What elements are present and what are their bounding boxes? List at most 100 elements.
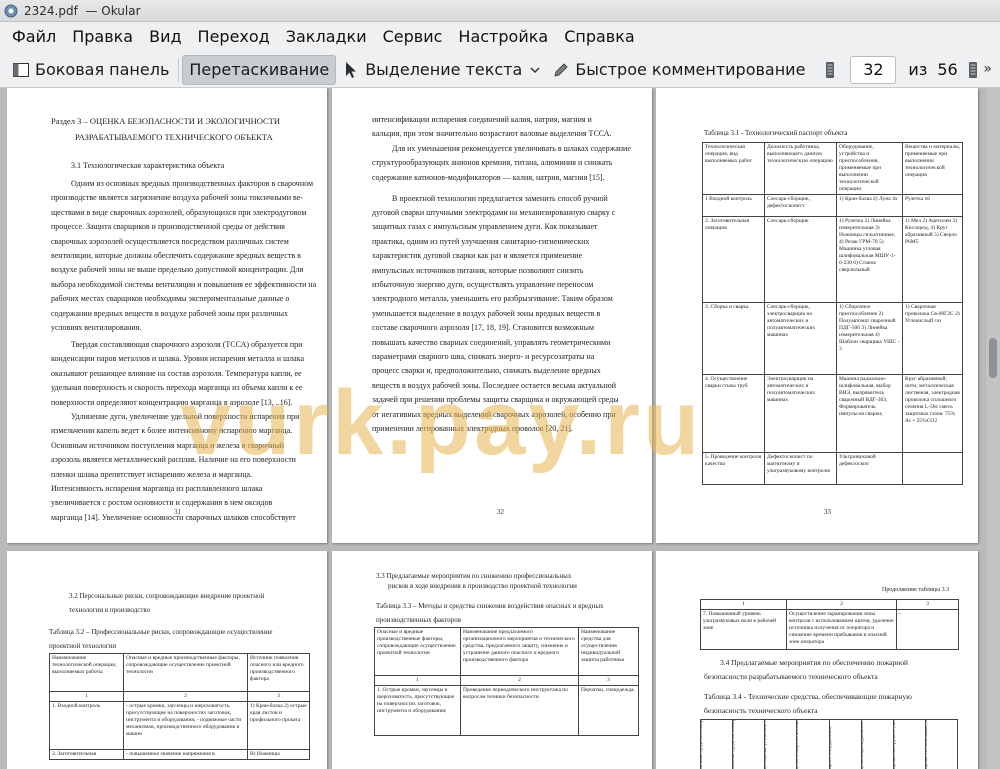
- menu-file[interactable]: Файл: [4, 24, 64, 50]
- menu-help[interactable]: Справка: [556, 24, 643, 50]
- text-select-tool-button[interactable]: Выделение текста: [336, 55, 546, 85]
- continuation-table: 1 2 3 7. Повышенный уровень ультразвуковых …: [700, 599, 959, 650]
- menu-edit[interactable]: Правка: [64, 24, 141, 50]
- page-text-line: аэрозоль является металлический расплав.…: [51, 455, 296, 465]
- table-row: Технологическая операция, вид выполняемы…: [702, 142, 963, 195]
- table-caption: Таблица 3.1 - Технологический паспорт об…: [704, 129, 848, 137]
- page-text-line: Одним из основных вредных производственн…: [71, 179, 314, 188]
- subsection-heading: 3.1 Технологическая характеристика объек…: [71, 161, 225, 170]
- menu-bookmarks[interactable]: Закладки: [278, 24, 375, 50]
- menu-tools[interactable]: Сервис: [375, 24, 451, 50]
- current-page-input[interactable]: 32: [850, 55, 897, 84]
- menu-go[interactable]: Переход: [190, 24, 278, 50]
- table-row: 123: [49, 691, 310, 702]
- professional-risks-table: Наименование технологической операции, в…: [49, 653, 310, 760]
- table-cell: 2: [123, 691, 248, 702]
- table-cell: 5. Проведение контроля качества: [702, 452, 765, 485]
- page-text-line: проектной технологии: [49, 642, 117, 650]
- table-cell: -: [896, 609, 959, 650]
- table-cell: Технологическая операция, вид выполняемы…: [702, 142, 765, 195]
- table-cell: Источник появления опасного или вредного…: [247, 653, 310, 692]
- page-text-line: Для их уменьшения рекомендуется увеличив…: [392, 143, 631, 153]
- table-cell: 1) Рулетка 2) Линейка измерительная 3) Н…: [836, 216, 903, 303]
- browse-tool-button[interactable]: Перетаскивание: [182, 54, 337, 85]
- toolbar-overflow-icon[interactable]: »: [983, 61, 992, 77]
- page-text-line: безопасность технического объекта: [704, 706, 818, 715]
- table-cell: Оборудование, устройства и приспособлени…: [836, 142, 903, 195]
- page-text-line: практика, одним из путей улучшения санит…: [372, 236, 590, 246]
- page-text-line: процесс сварки и, предположительно, сниж…: [372, 366, 601, 376]
- table-row: Опасные и вредные производственные факто…: [374, 627, 639, 676]
- table-row: 2. Заготовительная операция Слесарь-сборщ…: [702, 216, 963, 303]
- page-text-line: Твердая составляющая сварочного аэрозоля…: [71, 340, 303, 349]
- rotated-header-text: Первичные средства пожаротушения: [701, 720, 704, 769]
- page-text-line: Интенсивность испарения марганца из расп…: [51, 484, 263, 493]
- page-text-line: 3.2 Персональные риски, сопровождающие в…: [69, 592, 265, 600]
- fire-safety-table: Первичные средства пожаротушения Мобильны…: [700, 719, 958, 769]
- table-cell: Машина радиально-шлифовальная, выбор ВИЭ…: [836, 374, 903, 453]
- page-text-line: электродного металла, уменьшить его разб…: [372, 294, 613, 304]
- table-cell: 1) Сборочное приспособление 2) Полуавтом…: [836, 302, 903, 375]
- section-heading: РАЗРАБАТЫВАЕМОГО ТЕХНИЧЕСКОГО ОБЪЕКТА: [75, 132, 273, 142]
- rotated-header-text: Стационарные установки системы пожаротуш…: [765, 720, 769, 769]
- pdf-page-32: интенсификации испарения соединений кали…: [332, 88, 652, 543]
- table-cell: 2. Заготовительная: [49, 749, 124, 760]
- okular-window: 2324.pdf — Okular Файл Правка Вид Перехо…: [0, 0, 1000, 769]
- table-cell: 4. Осуществление сварки стыка труб: [702, 374, 765, 453]
- page-text-line: содержание катионов-модификаторов — кали…: [372, 172, 605, 182]
- table-cell: 1. Острые кромки, заусенцы и шероховатос…: [374, 685, 461, 736]
- table-cell: Рулетка х6: [902, 194, 963, 217]
- page-text-line: характеристик дуговой сварки как раз и я…: [372, 251, 583, 261]
- pdf-page-35: 3.3 Предлагаемые мероприятия по снижению…: [332, 551, 652, 769]
- page-text-line: ществами в виде сварочных аэрозолей, обр…: [51, 207, 307, 217]
- table-row: 5. Проведение контроля качества Дефектоск…: [702, 452, 963, 485]
- page-text-line: производстве является загрязнение воздух…: [51, 193, 303, 203]
- page-text-line: вентиляции, которые должны обеспечить со…: [51, 251, 301, 260]
- sidebar-button-label: Боковая панель: [35, 60, 170, 79]
- table-cell: Наименование предлагаемого организационн…: [460, 627, 579, 676]
- menu-view[interactable]: Вид: [141, 24, 189, 50]
- table-cell: Дефектоскопист по магнитному и ультразву…: [764, 452, 837, 485]
- table-cell: 3: [247, 691, 310, 702]
- sidebar-icon: [13, 62, 29, 77]
- previous-page-icon[interactable]: [821, 61, 839, 79]
- table-cell: Опасные и вредные производственные факто…: [374, 627, 461, 676]
- scrollbar-thumb[interactable]: [989, 338, 997, 378]
- document-view[interactable]: Раздел 3 – ОЦЕНКА БЕЗОПАСНОСТИ И ЭКОЛОГИ…: [0, 88, 1000, 769]
- page-text-line: В проектной технологии предлагается заме…: [392, 193, 608, 203]
- page-text-line: применении легированных электродных пров…: [372, 424, 573, 433]
- table-cell: Проведение периодического инструктажа по…: [460, 685, 579, 736]
- page-text-line: структурообразующих анионов кремния, тит…: [372, 158, 613, 168]
- page-text-line: марганца [14]. Увеличение основности сва…: [51, 512, 296, 522]
- table-row: 1. Острые кромки, заусенцы и шероховатос…: [374, 685, 639, 736]
- table-cell: Пожарный инструмент (механизированный и …: [894, 720, 926, 769]
- table-cell: Круг абразивный; нити; металлическая лис…: [902, 374, 963, 453]
- table-row: 1 Входной контроль Слесарь-сборщик, дефек…: [702, 194, 963, 217]
- page-text-line: выбора необходимой системы вентиляции и …: [51, 279, 317, 289]
- sidebar-button[interactable]: Боковая панель: [6, 55, 175, 85]
- page-text-line: поверхности определяют концентрацию марг…: [51, 397, 293, 407]
- quick-annotate-button[interactable]: Быстрое комментирование: [546, 55, 811, 85]
- page-text-line: веществ в воздух рабочей зоны. Последнее…: [372, 380, 617, 390]
- text-select-label: Выделение текста: [365, 60, 523, 79]
- table-cell: 1: [49, 691, 124, 702]
- table-cell: Пожарные сигнализация, связь и оповещени…: [926, 720, 957, 769]
- page-text-line: сварочных аэрозолей осуществляется посре…: [51, 236, 289, 246]
- table-cell: 1) Кран-балка 2) острые края листов и пр…: [247, 701, 310, 750]
- page-text-line: избыточную энергию дуги, осуществлять уп…: [372, 280, 594, 289]
- vertical-scrollbar[interactable]: [986, 88, 1000, 769]
- table-cell: Средства пожарной автоматики: [797, 720, 830, 769]
- table-cell: 1) Сварочная проволока Св-08Г2С 2) Углек…: [902, 302, 963, 375]
- table-cell: [902, 452, 963, 485]
- table-cell: Стационарные установки системы пожаротуш…: [765, 720, 798, 769]
- page-text-line: измельчении капель ведет к более интенси…: [51, 426, 293, 436]
- menu-settings[interactable]: Настройка: [450, 24, 556, 50]
- table-row: 1. Входной контроль - острые кромки, заус…: [49, 701, 310, 750]
- page-text-line: пленки шлака препятствует испарению желе…: [51, 469, 253, 479]
- chevron-down-icon[interactable]: [530, 65, 540, 75]
- table-cell: 1: [700, 599, 787, 610]
- page-text-line: оказывают решающее влияние на состав аэр…: [51, 368, 302, 378]
- table-cell: 7. Повышенный уровень ультразвуковых вол…: [700, 609, 787, 650]
- next-page-icon[interactable]: [964, 61, 982, 79]
- table-cell: Слесарь-сборщик, электросварщик на автом…: [764, 302, 837, 375]
